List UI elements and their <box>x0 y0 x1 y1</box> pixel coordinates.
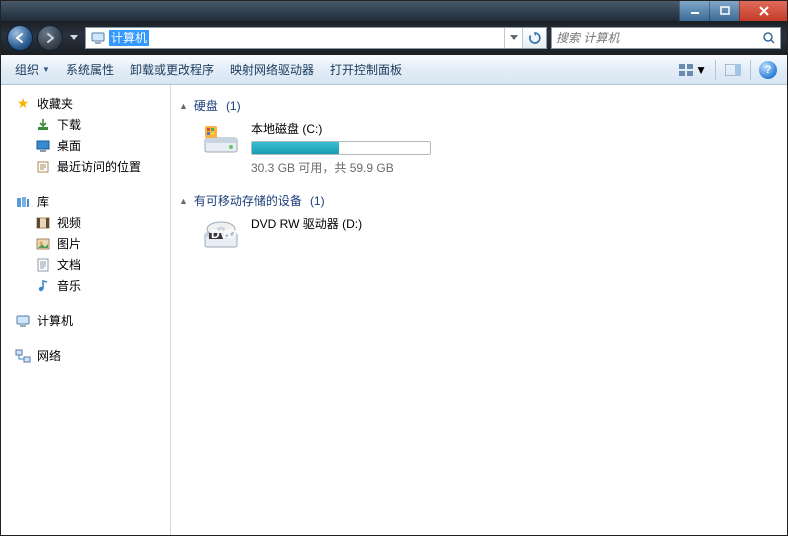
hard-drive-icon <box>201 120 241 160</box>
sidebar-item-recent[interactable]: 最近访问的位置 <box>1 156 170 177</box>
group-header-label: 硬盘 <box>194 97 218 114</box>
sidebar-item-pictures[interactable]: 图片 <box>1 233 170 254</box>
address-bar[interactable]: 计算机 <box>85 27 547 49</box>
drive-free-space: 30.3 GB 可用，共 59.9 GB <box>251 159 431 176</box>
map-network-drive-button[interactable]: 映射网络驱动器 <box>222 57 322 82</box>
separator <box>750 60 751 80</box>
system-properties-button[interactable]: 系统属性 <box>58 57 122 82</box>
group-header-hard-disks[interactable]: ▲ 硬盘 (1) <box>179 95 779 116</box>
command-toolbar: 组织 ▼ 系统属性 卸载或更改程序 映射网络驱动器 打开控制面板 ▼ ? <box>1 55 787 85</box>
drive-usage-bar <box>251 141 431 155</box>
open-control-panel-button[interactable]: 打开控制面板 <box>322 57 410 82</box>
group-count: (1) <box>310 194 325 208</box>
nav-back-button[interactable] <box>7 25 33 51</box>
window-maximize-button[interactable] <box>709 1 739 21</box>
group-header-removable[interactable]: ▲ 有可移动存储的设备 (1) <box>179 190 779 211</box>
content-pane: ▲ 硬盘 (1) 本地磁盘 (C:) 30.3 GB 可用，共 59.9 GB <box>171 85 787 535</box>
navigation-pane: ★ 收藏夹 下载 桌面 最近访问的位置 <box>1 85 171 535</box>
picture-icon <box>35 236 51 252</box>
organize-menu[interactable]: 组织 ▼ <box>7 57 58 82</box>
video-icon <box>35 215 51 231</box>
drive-item-d[interactable]: DVD DVD RW 驱动器 (D:) <box>201 215 779 255</box>
group-count: (1) <box>226 99 241 113</box>
star-icon: ★ <box>15 96 31 112</box>
nav-forward-button[interactable] <box>37 25 63 51</box>
collapse-icon: ▲ <box>179 196 188 206</box>
chevron-down-icon: ▼ <box>42 65 50 74</box>
libraries-icon <box>15 194 31 210</box>
nav-history-dropdown[interactable] <box>67 28 81 48</box>
sidebar-computer[interactable]: 计算机 <box>1 310 170 331</box>
group-header-label: 有可移动存储的设备 <box>194 192 302 209</box>
sidebar-item-documents[interactable]: 文档 <box>1 254 170 275</box>
computer-icon <box>15 313 31 329</box>
network-icon <box>15 348 31 364</box>
search-input[interactable] <box>552 31 758 45</box>
sidebar-item-music[interactable]: 音乐 <box>1 275 170 296</box>
sidebar-network[interactable]: 网络 <box>1 345 170 366</box>
refresh-button[interactable] <box>522 28 546 48</box>
help-icon: ? <box>759 61 777 79</box>
window-titlebar <box>1 1 787 21</box>
sidebar-libraries[interactable]: 库 <box>1 191 170 212</box>
sidebar-item-videos[interactable]: 视频 <box>1 212 170 233</box>
chevron-down-icon: ▼ <box>695 63 707 77</box>
music-icon <box>35 278 51 294</box>
window-minimize-button[interactable] <box>679 1 709 21</box>
desktop-icon <box>35 138 51 154</box>
sidebar-item-desktop[interactable]: 桌面 <box>1 135 170 156</box>
sidebar-favorites[interactable]: ★ 收藏夹 <box>1 93 170 114</box>
drive-name: 本地磁盘 (C:) <box>251 120 431 137</box>
svg-text:DVD: DVD <box>211 227 237 241</box>
window-close-button[interactable] <box>739 1 787 21</box>
search-icon[interactable] <box>758 31 780 45</box>
address-dropdown-button[interactable] <box>504 28 522 48</box>
preview-pane-button[interactable] <box>720 59 746 81</box>
view-options-button[interactable]: ▼ <box>675 59 711 81</box>
navigation-bar: 计算机 <box>1 21 787 55</box>
recent-icon <box>35 159 51 175</box>
computer-icon <box>89 30 107 46</box>
collapse-icon: ▲ <box>179 101 188 111</box>
download-icon <box>35 117 51 133</box>
address-path-text: 计算机 <box>109 30 149 46</box>
organize-label: 组织 <box>15 61 39 78</box>
dvd-drive-icon: DVD <box>201 215 241 255</box>
sidebar-favorites-label: 收藏夹 <box>37 95 73 112</box>
sidebar-item-downloads[interactable]: 下载 <box>1 114 170 135</box>
search-box[interactable] <box>551 27 781 49</box>
help-button[interactable]: ? <box>755 59 781 81</box>
drive-item-c[interactable]: 本地磁盘 (C:) 30.3 GB 可用，共 59.9 GB <box>201 120 779 176</box>
drive-name: DVD RW 驱动器 (D:) <box>251 215 362 232</box>
separator <box>715 60 716 80</box>
document-icon <box>35 257 51 273</box>
uninstall-change-button[interactable]: 卸载或更改程序 <box>122 57 222 82</box>
